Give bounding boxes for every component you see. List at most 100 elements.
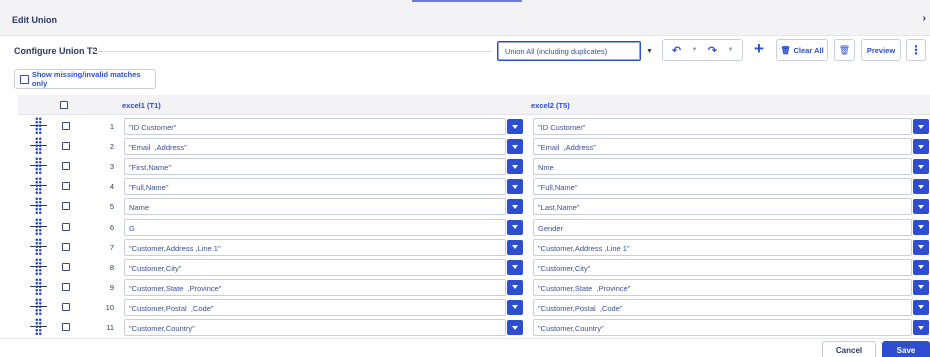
chevron-down-icon[interactable]: [507, 239, 523, 255]
chevron-down-icon[interactable]: [913, 219, 929, 235]
left-column-field[interactable]: "Email ,Address": [124, 138, 506, 156]
clear-all-button[interactable]: 🗑 Clear All: [776, 39, 828, 61]
chevron-right-icon[interactable]: ›: [923, 13, 926, 24]
drag-handle-icon[interactable]: [30, 217, 48, 237]
save-button[interactable]: Save: [882, 341, 930, 357]
row-number: 8: [109, 262, 114, 272]
chevron-down-icon[interactable]: [507, 179, 523, 195]
left-column-field[interactable]: "First,Name": [124, 158, 506, 176]
show-missing-toggle[interactable]: Show missing/invalid matches only: [14, 69, 156, 89]
chevron-down-icon[interactable]: [913, 199, 929, 215]
chevron-down-icon[interactable]: [913, 159, 929, 175]
delete-button[interactable]: 🗑: [834, 39, 855, 61]
more-options-button[interactable]: ⋮: [906, 39, 926, 61]
row-checkbox[interactable]: [62, 302, 70, 311]
chevron-down-icon[interactable]: [507, 139, 523, 155]
drag-handle-icon[interactable]: [30, 116, 48, 136]
right-column-field[interactable]: "Email ,Address": [533, 138, 912, 156]
redo-dropdown-icon[interactable]: ▼: [723, 47, 739, 53]
redo-icon[interactable]: ↷: [703, 41, 723, 59]
right-column-field[interactable]: "Last,Name": [533, 198, 912, 216]
chevron-down-icon[interactable]: [913, 119, 929, 134]
row-checkbox[interactable]: [62, 142, 70, 151]
right-column-field[interactable]: Gender: [533, 218, 912, 236]
chevron-down-icon[interactable]: [507, 159, 523, 175]
drag-handle-icon[interactable]: [30, 156, 48, 176]
chevron-down-icon[interactable]: [507, 259, 523, 275]
union-mode-value-box[interactable]: Union All (including duplicates): [497, 41, 641, 61]
dialog-header: Edit Union ›: [0, 0, 930, 36]
chevron-down-icon[interactable]: ▼: [641, 41, 658, 61]
left-column-field[interactable]: "ID Customer": [124, 118, 506, 135]
left-column-field[interactable]: "Customer,City": [124, 258, 506, 276]
union-mode-value: Union All (including duplicates): [505, 47, 608, 56]
chevron-down-icon[interactable]: [913, 259, 929, 275]
show-missing-label: Show missing/invalid matches only: [31, 70, 141, 88]
drag-handle-icon[interactable]: [30, 277, 48, 297]
undo-icon[interactable]: ↶: [667, 41, 687, 59]
trash-icon: 🗑: [780, 45, 791, 55]
drag-handle-icon[interactable]: [30, 136, 48, 156]
row-checkbox[interactable]: [62, 162, 70, 171]
drag-handle-icon[interactable]: [30, 297, 48, 317]
row-checkbox[interactable]: [62, 222, 70, 231]
row-checkbox[interactable]: [62, 242, 70, 251]
drag-handle-icon[interactable]: [30, 196, 48, 216]
right-column-value: "Customer,Address ,Line 1": [538, 243, 630, 253]
preview-button[interactable]: Preview: [861, 39, 901, 61]
chevron-down-icon[interactable]: [507, 320, 523, 335]
right-column-field[interactable]: "Customer,State ,Province": [533, 278, 912, 296]
right-column-value: "Last,Name": [538, 203, 580, 213]
add-mapping-button[interactable]: +: [748, 39, 770, 61]
left-column-value: "Customer,Country": [129, 324, 195, 333]
row-checkbox[interactable]: [62, 282, 70, 291]
chevron-down-icon[interactable]: [913, 139, 929, 155]
row-checkbox[interactable]: [62, 122, 70, 130]
right-column-field[interactable]: "Customer,Postal ,Code": [533, 298, 912, 316]
drag-handle-icon[interactable]: [30, 176, 48, 196]
row-checkbox[interactable]: [62, 323, 70, 331]
kebab-menu-icon: ⋮: [910, 43, 922, 57]
chevron-down-icon[interactable]: [913, 279, 929, 295]
row-number: 7: [109, 242, 114, 252]
right-column-field[interactable]: Nme: [533, 158, 912, 176]
chevron-down-icon[interactable]: [507, 119, 523, 134]
chevron-down-icon[interactable]: [507, 279, 523, 295]
undo-dropdown-icon[interactable]: ▼: [687, 47, 703, 53]
chevron-down-icon[interactable]: [507, 299, 523, 315]
drag-handle-icon[interactable]: [30, 257, 48, 277]
row-checkbox[interactable]: [62, 262, 70, 271]
left-column-field[interactable]: "Customer,Address ,Line 1": [124, 238, 506, 256]
left-column-value: "Email ,Address": [129, 143, 187, 153]
left-column-field[interactable]: G: [124, 218, 506, 236]
show-missing-checkbox[interactable]: [20, 74, 29, 84]
union-mode-select[interactable]: Union All (including duplicates) ▼: [497, 41, 658, 61]
select-all-checkbox[interactable]: [60, 101, 68, 109]
drag-handle-icon[interactable]: [30, 237, 48, 257]
row-checkbox[interactable]: [62, 182, 70, 191]
right-column-value: "Customer,State ,Province": [538, 283, 631, 293]
right-column-value: "Customer,Postal ,Code": [538, 303, 623, 313]
left-column-field[interactable]: "Customer,Postal ,Code": [124, 298, 506, 316]
left-column-field[interactable]: "Customer,State ,Province": [124, 278, 506, 296]
chevron-down-icon[interactable]: [913, 299, 929, 315]
chevron-down-icon[interactable]: [507, 199, 523, 215]
left-column-field[interactable]: Name: [124, 198, 506, 216]
cancel-button[interactable]: Cancel: [822, 341, 876, 357]
right-column-field[interactable]: "Full,Name": [533, 178, 912, 196]
drag-handle-icon[interactable]: [30, 317, 48, 337]
right-column-field[interactable]: "Customer,Country": [533, 319, 912, 336]
right-column-field[interactable]: "Customer,Address ,Line 1": [533, 238, 912, 256]
right-column-field[interactable]: "ID Customer": [533, 118, 912, 135]
left-column-field[interactable]: "Full,Name": [124, 178, 506, 196]
chevron-down-icon[interactable]: [913, 320, 929, 335]
chevron-down-icon[interactable]: [913, 239, 929, 255]
left-column-value: "Customer,Postal ,Code": [129, 303, 214, 313]
left-column-field[interactable]: "Customer,Country": [124, 319, 506, 336]
chevron-down-icon[interactable]: [913, 179, 929, 195]
table-row: 2 "Email ,Address" "Email ,Address": [18, 136, 930, 156]
chevron-down-icon[interactable]: [507, 219, 523, 235]
preview-label: Preview: [866, 45, 896, 55]
right-column-field[interactable]: "Customer,City": [533, 258, 912, 276]
row-checkbox[interactable]: [62, 202, 70, 211]
